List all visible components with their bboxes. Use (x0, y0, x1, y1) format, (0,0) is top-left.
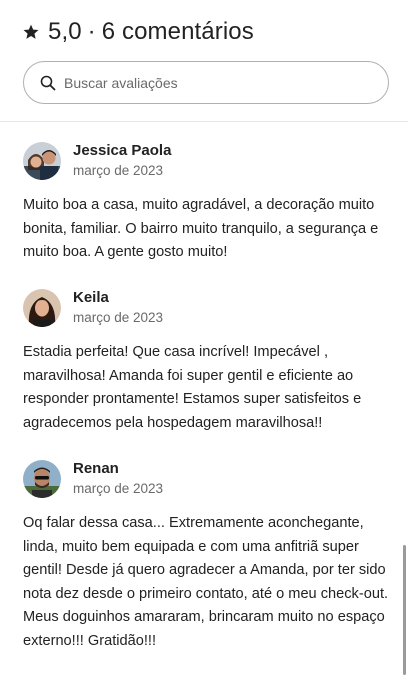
header-divider (0, 121, 408, 122)
reviewer-name[interactable]: Keila (73, 288, 163, 307)
review-item: Keila março de 2023 Estadia perfeita! Qu… (23, 288, 393, 435)
reviews-page: 5,0 · 6 comentários Buscar avaliações Je… (0, 0, 408, 683)
review-header: Keila março de 2023 (23, 288, 393, 328)
avatar[interactable] (23, 460, 61, 498)
review-item: Jessica Paola março de 2023 Muito boa a … (23, 141, 393, 265)
star-icon (22, 23, 40, 41)
search-bar[interactable] (23, 61, 389, 104)
review-count: 6 comentários (101, 18, 254, 45)
reviewer-meta: Keila março de 2023 (73, 288, 163, 328)
rating-summary: 5,0 · 6 comentários (48, 18, 254, 46)
review-item: Renan março de 2023 Oq falar dessa casa.… (23, 459, 393, 653)
reviews-header: 5,0 · 6 comentários (22, 14, 254, 50)
search-icon (40, 75, 56, 91)
reviewer-name[interactable]: Renan (73, 459, 163, 478)
rating-separator: · (87, 18, 96, 45)
review-text: Estadia perfeita! Que casa incrível! Imp… (23, 344, 366, 431)
review-date: março de 2023 (73, 481, 164, 496)
review-header: Renan março de 2023 (23, 459, 393, 499)
search-input[interactable] (64, 74, 344, 91)
review-text: Muito boa a casa, muito agradável, a dec… (23, 197, 383, 260)
review-date: março de 2023 (73, 163, 164, 178)
reviewer-meta: Jessica Paola março de 2023 (73, 141, 171, 181)
reviewer-meta: Renan março de 2023 (73, 459, 163, 499)
rating-value: 5,0 (48, 18, 82, 45)
scrollbar[interactable] (403, 545, 406, 675)
avatar[interactable] (23, 289, 61, 327)
review-text: Oq falar dessa casa... Extremamente acon… (23, 515, 389, 649)
review-date: março de 2023 (73, 310, 164, 325)
review-header: Jessica Paola março de 2023 (23, 141, 393, 181)
reviewer-name[interactable]: Jessica Paola (73, 141, 171, 160)
avatar[interactable] (23, 142, 61, 180)
